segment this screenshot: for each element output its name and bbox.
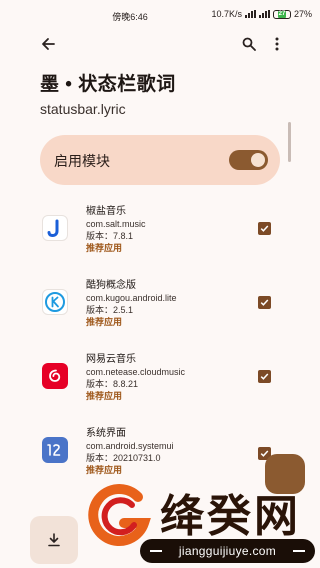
page-title: 墨 • 状态栏歌词	[40, 74, 176, 95]
watermark-url: jiangguijiuye.com	[140, 539, 315, 563]
download-button[interactable]	[30, 516, 78, 564]
app-checkbox[interactable]	[258, 296, 271, 309]
watermark-logo-icon	[88, 484, 151, 546]
toggle-knob	[251, 153, 265, 167]
signal-icon	[244, 10, 256, 18]
scrollbar[interactable]	[288, 122, 291, 162]
back-button[interactable]	[36, 32, 60, 56]
app-name: 酷狗概念版	[86, 280, 136, 291]
watermark-text: 绛癸网	[160, 491, 301, 542]
app-info: 网易云音乐 com.netease.cloudmusic 版本：8.8.21 推…	[86, 353, 185, 402]
search-button[interactable]	[237, 32, 261, 56]
signal-4g-icon	[258, 10, 270, 18]
app-checkbox[interactable]	[258, 222, 271, 235]
status-indicators: 10.7K/s 27 27%	[211, 9, 312, 19]
status-bar: 傍晚6:46 10.7K/s 27 27%	[0, 0, 320, 30]
app-package: com.android.systemui	[86, 441, 174, 451]
systemui-icon	[42, 437, 68, 463]
recommended-tag: 推荐应用	[86, 317, 123, 327]
network-speed: 10.7K/s	[211, 9, 242, 19]
app-version: 版本：7.8.1	[86, 231, 134, 241]
check-icon	[260, 299, 269, 306]
netease-music-icon	[42, 363, 68, 389]
app-version: 版本：20210731.0	[86, 453, 161, 463]
battery-percent: 27%	[293, 9, 312, 19]
recommended-tag: 推荐应用	[86, 391, 123, 401]
app-info: 酷狗概念版 com.kugou.android.lite 版本：2.5.1 推荐…	[86, 279, 177, 328]
arrow-back-icon	[42, 38, 55, 50]
enable-module-toggle[interactable]	[229, 150, 268, 170]
app-version: 版本：2.5.1	[86, 305, 134, 315]
app-checkbox[interactable]	[258, 370, 271, 383]
enable-module-label: 启用模块	[54, 153, 110, 169]
page-subtitle: statusbar.lyric	[40, 101, 126, 117]
kugou-icon	[42, 289, 68, 315]
app-package: com.netease.cloudmusic	[86, 367, 186, 377]
search-icon	[242, 37, 256, 51]
app-package: com.kugou.android.lite	[86, 293, 177, 303]
enable-module-card[interactable]: 启用模块	[40, 135, 280, 185]
download-icon	[48, 533, 60, 547]
app-package: com.salt.music	[86, 219, 146, 229]
more-vert-icon	[275, 37, 279, 51]
check-icon	[260, 225, 269, 232]
app-name: 网易云音乐	[86, 354, 136, 365]
salt-music-icon	[42, 215, 68, 241]
app-list-item[interactable]: 网易云音乐 com.netease.cloudmusic 版本：8.8.21 推…	[40, 353, 280, 413]
more-options-button[interactable]	[265, 32, 289, 56]
app-list-item[interactable]: 椒盐音乐 com.salt.music 版本：7.8.1 推荐应用	[40, 205, 280, 265]
app-info: 系统界面 com.android.systemui 版本：20210731.0 …	[86, 427, 174, 476]
app-bar	[0, 30, 320, 58]
battery-icon: 27	[272, 9, 291, 19]
recommended-tag: 推荐应用	[86, 243, 123, 253]
check-icon	[260, 373, 269, 380]
watermark: 绛癸网 jiangguijiuye.com	[80, 475, 320, 568]
app-name: 椒盐音乐	[86, 206, 126, 217]
app-name: 系统界面	[86, 428, 126, 439]
app-list-item[interactable]: 酷狗概念版 com.kugou.android.lite 版本：2.5.1 推荐…	[40, 279, 280, 339]
app-info: 椒盐音乐 com.salt.music 版本：7.8.1 推荐应用	[86, 205, 146, 254]
app-version: 版本：8.8.21	[86, 379, 139, 389]
